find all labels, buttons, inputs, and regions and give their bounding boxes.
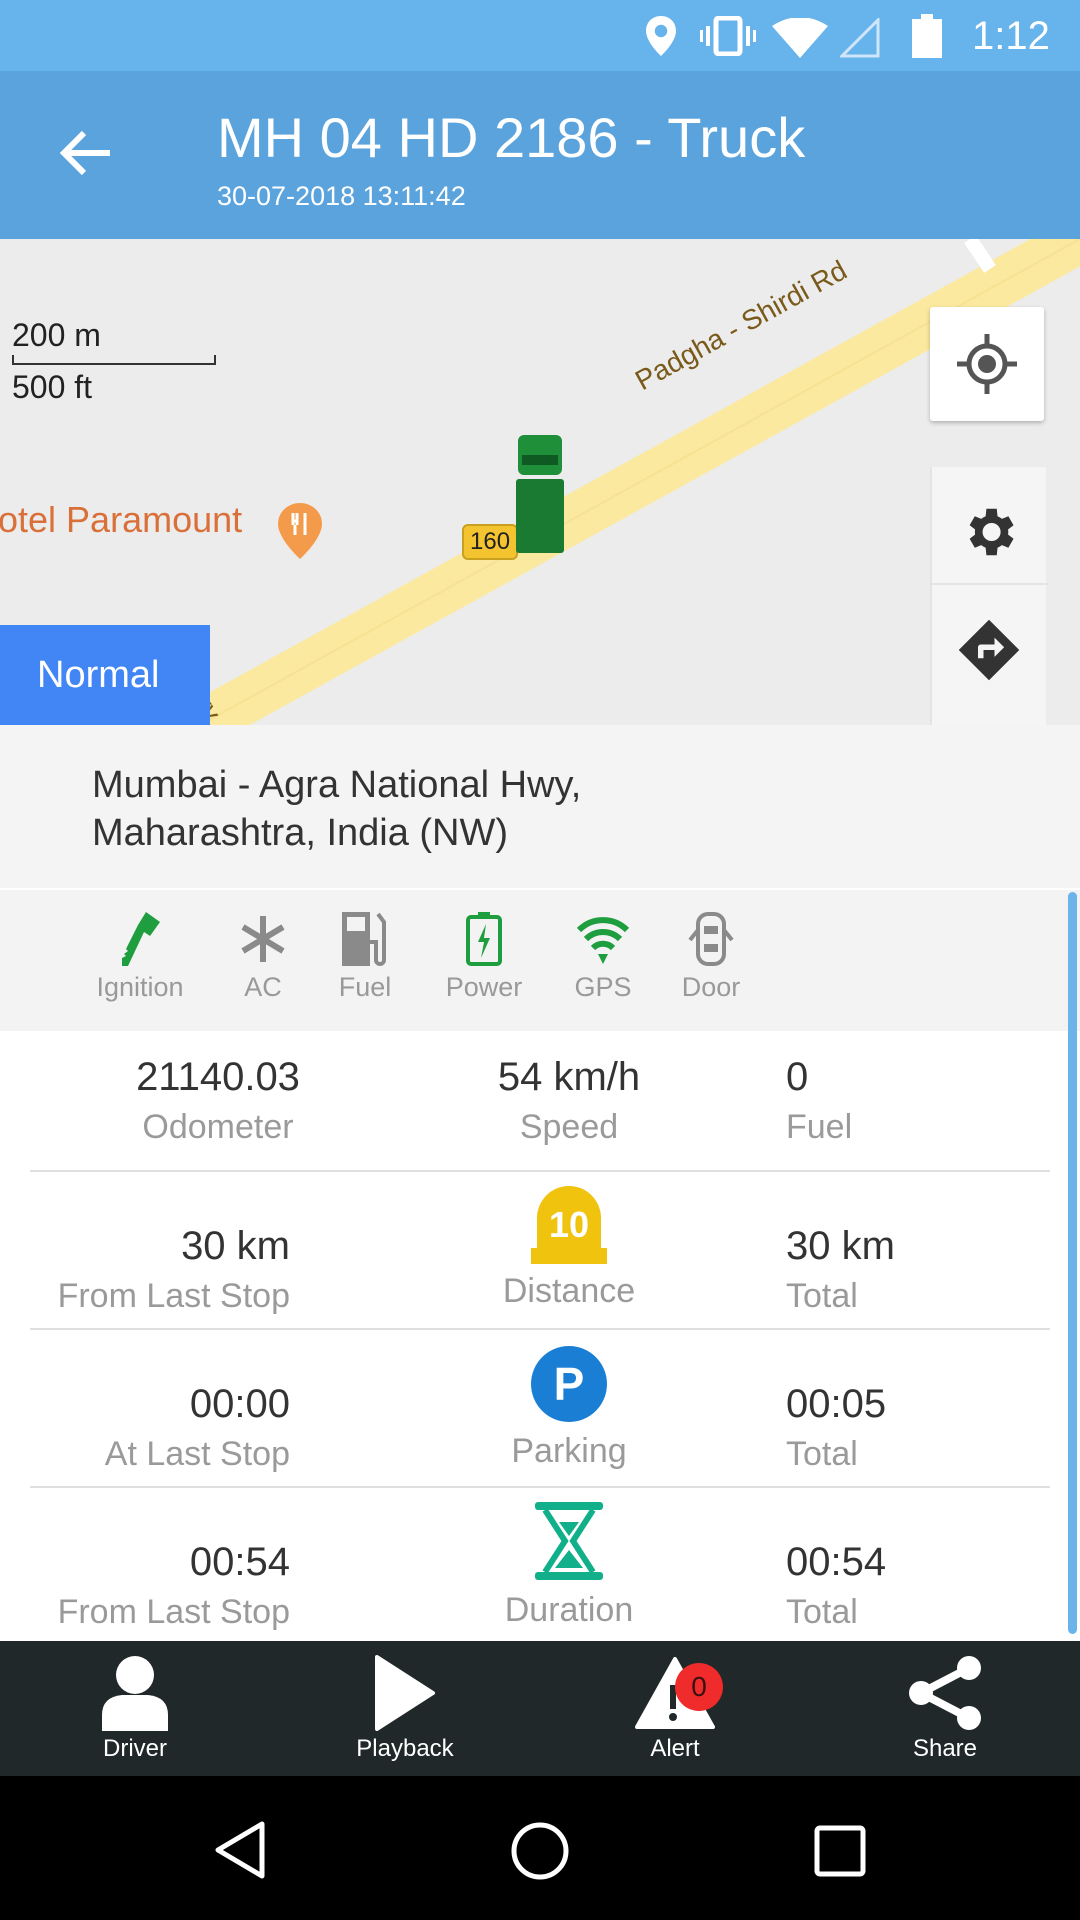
sensor-door: Door (656, 912, 766, 1003)
crosshair-icon (957, 334, 1017, 394)
address-line2: Maharashtra, India (NW) (92, 812, 509, 854)
restaurant-pin-icon[interactable] (278, 503, 322, 559)
fuel-value: 0 (786, 1055, 809, 1099)
battery-charging-icon (466, 912, 502, 966)
poi-label: otel Paramount (0, 499, 243, 540)
sensor-gps: GPS (548, 912, 658, 1003)
page-title: MH 04 HD 2186 - Truck (217, 106, 806, 169)
driver-button[interactable]: Driver (35, 1655, 235, 1763)
vibrate-icon (700, 16, 756, 56)
milestone-icon: 10 (531, 1186, 607, 1264)
back-triangle-icon[interactable] (212, 1820, 268, 1880)
status-bar: 1:12 (0, 0, 1080, 71)
gear-icon[interactable] (958, 501, 1020, 563)
distance-from-last-stop-label: From Last Stop (57, 1277, 290, 1315)
map-tools-panel (930, 467, 1048, 725)
share-button[interactable]: Share (845, 1655, 1045, 1763)
stats-row-general: 21140.03 Odometer 54 km/h Speed 0 Fuel (30, 1031, 1050, 1172)
distance-total-value: 30 km (786, 1224, 895, 1268)
share-icon (909, 1656, 981, 1730)
sensor-fuel: Fuel (310, 912, 420, 1003)
parking-at-last-stop-value: 00:00 (189, 1382, 290, 1426)
duration-label: Duration (504, 1591, 634, 1629)
fuel-label: Fuel (786, 1108, 853, 1146)
scale-bar (12, 355, 216, 365)
parking-total-label: Total (786, 1435, 858, 1473)
alert-button[interactable]: Alert 0 (575, 1655, 775, 1763)
wifi-icon (772, 18, 828, 58)
system-nav-bar (0, 1776, 1080, 1920)
map-view[interactable]: 200 m 500 ft Padgha - Shirdi Rd 160 otel… (0, 239, 1080, 725)
duration-from-last-stop-label: From Last Stop (57, 1593, 290, 1631)
distance-total-label: Total (786, 1277, 858, 1315)
stats-row-duration: 00:54 From Last Stop Duration 00:54 Total (30, 1488, 1050, 1641)
wifi-icon (576, 917, 630, 964)
sensor-ac: AC (208, 912, 318, 1003)
arrow-left-icon[interactable] (58, 129, 112, 177)
stats-row-parking: 00:00 At Last Stop P Parking 00:05 Total (30, 1330, 1050, 1488)
scrollbar[interactable] (1068, 892, 1077, 1634)
truck-marker-icon[interactable] (512, 435, 568, 555)
duration-total-label: Total (786, 1593, 858, 1631)
clock: 1:12 (972, 14, 1050, 58)
parking-icon: P (531, 1346, 607, 1422)
home-circle-icon[interactable] (510, 1821, 570, 1881)
sensor-status-row: Ignition AC Fuel Power GPS Door (0, 890, 1080, 1031)
odometer-value: 21140.03 (136, 1055, 300, 1099)
car-door-icon (688, 912, 734, 966)
fuel-pump-icon (342, 912, 386, 966)
app-bar: MH 04 HD 2186 - Truck 30-07-2018 13:11:4… (0, 71, 1080, 239)
scale-imperial: 500 ft (12, 369, 93, 405)
parking-total-value: 00:05 (786, 1382, 887, 1426)
location-icon (646, 16, 676, 56)
speed-value: 54 km/h (497, 1055, 641, 1099)
person-icon (102, 1656, 168, 1731)
my-location-button[interactable] (930, 307, 1044, 421)
alert-badge: 0 (675, 1663, 723, 1711)
hourglass-icon (535, 1502, 603, 1580)
snowflake-icon (241, 916, 285, 962)
distance-from-last-stop-value: 30 km (181, 1224, 290, 1268)
sensor-ignition: Ignition (85, 912, 195, 1003)
address-panel: Mumbai - Agra National Hwy, Maharashtra,… (0, 725, 1080, 888)
play-icon (375, 1655, 435, 1731)
playback-button[interactable]: Playback (305, 1655, 505, 1763)
sensor-power: Power (429, 912, 539, 1003)
bottom-nav: Driver Playback Alert 0 Share (0, 1641, 1080, 1776)
odometer-label: Odometer (142, 1108, 294, 1146)
parking-label: Parking (511, 1432, 627, 1470)
timestamp: 30-07-2018 13:11:42 (217, 181, 466, 211)
key-icon (122, 912, 160, 966)
battery-icon (912, 14, 942, 58)
duration-from-last-stop-value: 00:54 (189, 1540, 290, 1584)
directions-icon[interactable] (956, 617, 1022, 683)
route-shield: 160 (462, 524, 519, 560)
address-line1: Mumbai - Agra National Hwy, (92, 764, 582, 806)
speed-label: Speed (519, 1108, 619, 1146)
map-type-button[interactable]: Normal (0, 625, 210, 725)
parking-at-last-stop-label: At Last Stop (104, 1435, 290, 1473)
recents-square-icon[interactable] (814, 1825, 866, 1877)
distance-label: Distance (502, 1272, 636, 1310)
duration-total-value: 00:54 (786, 1540, 887, 1584)
signal-icon (840, 18, 880, 58)
scale-metric: 200 m (12, 317, 101, 353)
stats-row-distance: 30 km From Last Stop 10 Distance 30 km Tota… (30, 1172, 1050, 1330)
